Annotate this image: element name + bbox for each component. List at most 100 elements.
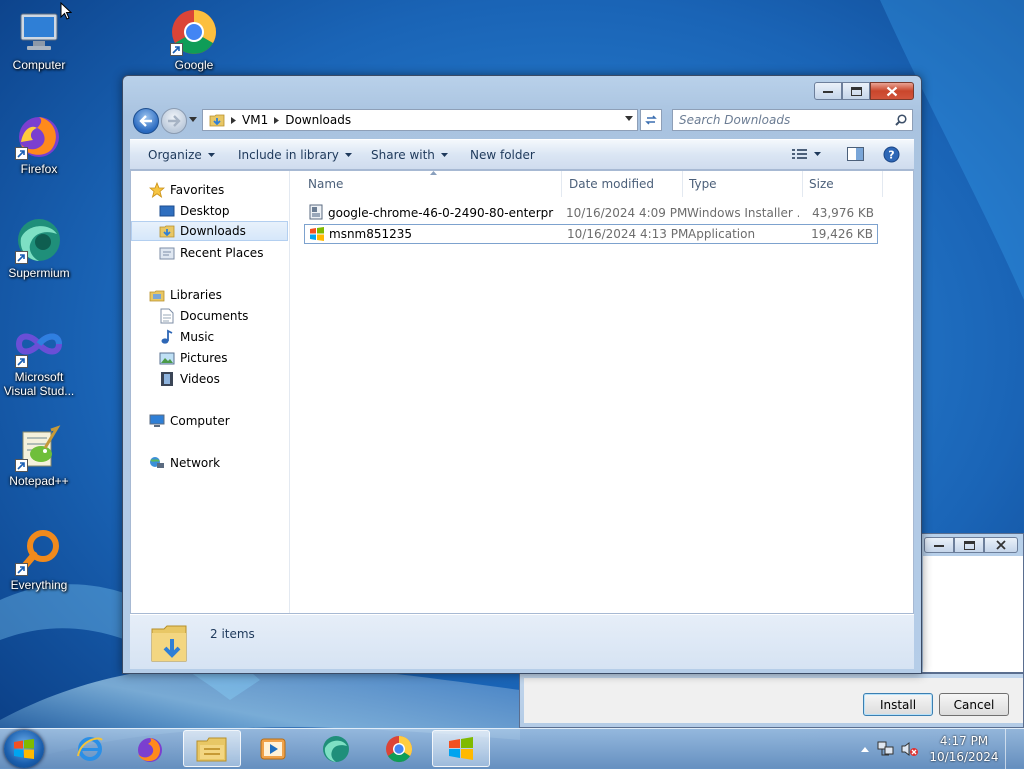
- desktop-icon-google[interactable]: Google: [155, 8, 233, 72]
- recent-places-icon: [159, 245, 175, 261]
- taskbar-supermium[interactable]: [307, 730, 365, 767]
- recent-pages-dropdown-icon[interactable]: [189, 117, 197, 122]
- nav-favorites[interactable]: Favorites: [131, 180, 306, 200]
- install-button[interactable]: Install: [863, 693, 933, 716]
- desktop-icon-everything[interactable]: Everything: [0, 528, 78, 592]
- column-divider[interactable]: [882, 171, 883, 197]
- column-header-name[interactable]: Name: [308, 177, 343, 191]
- volume-muted-icon[interactable]: [901, 741, 919, 757]
- minimize-button[interactable]: [814, 82, 842, 100]
- start-button[interactable]: [4, 730, 44, 768]
- refresh-button[interactable]: [640, 109, 662, 131]
- explorer-window[interactable]: VM1 Downloads Organize Include in librar…: [122, 75, 922, 674]
- show-hidden-icons-chevron-icon[interactable]: [861, 746, 869, 752]
- desktop-icon-label: Notepad++: [9, 474, 69, 488]
- include-in-library-menu[interactable]: Include in library: [238, 148, 352, 162]
- cancel-button[interactable]: Cancel: [939, 693, 1009, 716]
- taskbar-installer[interactable]: [432, 730, 490, 767]
- chrome-icon: [170, 8, 218, 56]
- desktop-icon-visual-studio[interactable]: Microsoft Visual Stud...: [0, 320, 78, 398]
- installer-panel-body: Install Cancel: [524, 678, 1023, 723]
- nav-libraries[interactable]: Libraries: [131, 285, 306, 305]
- file-name: msnm851235: [329, 227, 413, 241]
- details-pane: 2 items: [130, 614, 914, 669]
- column-header-type[interactable]: Type: [689, 177, 717, 191]
- window-caption-buttons: [814, 82, 914, 100]
- file-row[interactable]: google-chrome-46-0-2490-80-enterprise...…: [304, 203, 878, 223]
- show-desktop-button[interactable]: [1005, 729, 1018, 769]
- installer-window[interactable]: [919, 533, 1024, 673]
- address-history-dropdown-icon[interactable]: [625, 116, 633, 121]
- desktop-icon-label: Everything: [10, 578, 68, 592]
- nav-pictures[interactable]: Pictures: [131, 348, 316, 368]
- share-with-menu[interactable]: Share with: [371, 148, 448, 162]
- content-area: Favorites Desktop Downloads Recent Place…: [130, 170, 914, 614]
- nav-computer[interactable]: Computer: [131, 411, 306, 431]
- desktop-icon-supermium[interactable]: Supermium: [0, 216, 78, 280]
- nav-network[interactable]: Network: [131, 453, 306, 473]
- nav-videos[interactable]: Videos: [131, 369, 316, 389]
- navigation-bar: VM1 Downloads: [131, 107, 914, 135]
- file-row[interactable]: msnm851235 10/16/2024 4:13 PM Applicatio…: [304, 224, 878, 244]
- star-icon: [149, 182, 165, 198]
- taskbar-chrome[interactable]: [370, 730, 428, 767]
- file-date: 10/16/2024 4:09 PM: [566, 206, 688, 220]
- preview-pane-icon: [847, 147, 864, 161]
- shortcut-arrow-icon: [170, 43, 183, 56]
- nav-desktop[interactable]: Desktop: [131, 201, 316, 221]
- column-divider[interactable]: [802, 171, 803, 197]
- nav-documents-label: Documents: [180, 309, 249, 323]
- desktop-icon-label: Microsoft Visual Stud...: [3, 370, 75, 398]
- breadcrumb-chevron-icon[interactable]: [274, 116, 280, 124]
- breadcrumb-vm1[interactable]: VM1: [242, 113, 268, 127]
- column-divider[interactable]: [561, 171, 562, 197]
- taskbar-firefox[interactable]: [121, 730, 179, 767]
- breadcrumb-chevron-icon[interactable]: [231, 116, 236, 124]
- nav-recent-places[interactable]: Recent Places: [131, 243, 316, 263]
- breadcrumb: VM1 Downloads: [209, 113, 351, 127]
- sort-ascending-icon: [430, 171, 437, 175]
- maximize-button[interactable]: [842, 82, 870, 100]
- search-input[interactable]: [679, 113, 889, 127]
- forward-button[interactable]: [161, 108, 187, 134]
- chevron-down-icon: [440, 153, 448, 157]
- installer-close-button[interactable]: [984, 537, 1018, 553]
- command-bar: Organize Include in library Share with N…: [130, 139, 914, 170]
- search-box[interactable]: [672, 109, 913, 131]
- nav-music[interactable]: Music: [131, 327, 316, 347]
- taskbar-media-player[interactable]: [244, 730, 302, 767]
- file-name: google-chrome-46-0-2490-80-enterprise...: [328, 206, 554, 220]
- organize-menu[interactable]: Organize: [148, 148, 215, 162]
- nav-downloads[interactable]: Downloads: [131, 221, 288, 241]
- firefox-icon: [15, 112, 63, 160]
- network-status-icon[interactable]: [877, 741, 895, 757]
- breadcrumb-downloads[interactable]: Downloads: [285, 113, 351, 127]
- nav-documents[interactable]: Documents: [131, 306, 316, 326]
- help-button[interactable]: ?: [883, 146, 900, 163]
- new-folder-label: New folder: [470, 148, 535, 162]
- everything-icon: [15, 528, 63, 576]
- column-header-date-modified[interactable]: Date modified: [569, 177, 654, 191]
- address-bar[interactable]: VM1 Downloads: [202, 109, 638, 131]
- taskbar-internet-explorer[interactable]: [61, 730, 119, 767]
- installer-maximize-button[interactable]: [954, 537, 984, 553]
- close-button[interactable]: [870, 82, 914, 100]
- column-header-size[interactable]: Size: [809, 177, 834, 191]
- column-divider[interactable]: [682, 171, 683, 197]
- installer-minimize-button[interactable]: [924, 537, 954, 553]
- preview-pane-button[interactable]: [847, 147, 864, 161]
- shortcut-arrow-icon: [15, 355, 28, 368]
- new-folder-button[interactable]: New folder: [470, 148, 535, 162]
- shortcut-arrow-icon: [15, 563, 28, 576]
- desktop-icon-notepadpp[interactable]: Notepad++: [0, 424, 78, 488]
- computer-icon: [15, 8, 63, 56]
- mouse-cursor-icon: [60, 2, 72, 20]
- downloads-folder-icon: [159, 223, 175, 239]
- network-globe-icon: [149, 455, 165, 471]
- search-icon[interactable]: [895, 114, 907, 126]
- clock[interactable]: 4:17 PM 10/16/2024: [927, 733, 1001, 765]
- taskbar-windows-explorer[interactable]: [183, 730, 241, 767]
- desktop-icon-firefox[interactable]: Firefox: [0, 112, 78, 176]
- back-button[interactable]: [133, 108, 159, 134]
- change-view-button[interactable]: [792, 148, 821, 160]
